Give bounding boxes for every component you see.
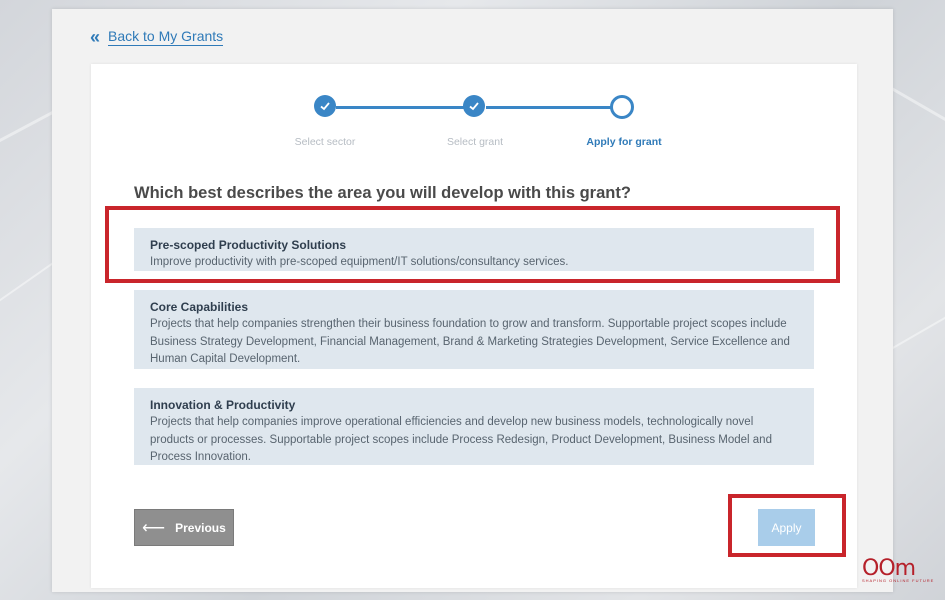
double-chevron-left-icon: «: [90, 27, 101, 47]
step-label-select-grant: Select grant: [446, 136, 504, 148]
step-2-check-icon: [463, 95, 485, 117]
option-description: Projects that help companies improve ope…: [150, 416, 772, 463]
option-description: Improve productivity with pre-scoped equ…: [150, 256, 569, 268]
option-description: Projects that help companies strengthen …: [150, 318, 790, 365]
step-1-check-icon: [314, 95, 336, 117]
previous-button-label: Previous: [175, 520, 226, 535]
progress-stepper: Select sector Select grant Apply for gra…: [91, 94, 857, 154]
previous-button[interactable]: ⟵ Previous: [134, 509, 234, 546]
oom-logo: OOm SHAPING ONLINE FUTURE: [862, 556, 942, 596]
step-connector: [486, 106, 618, 109]
step-3-current-icon: [610, 95, 634, 119]
apply-button-label: Apply: [771, 520, 802, 535]
option-title: Core Capabilities: [150, 300, 249, 314]
apply-button[interactable]: Apply: [758, 509, 815, 546]
back-link-label: Back to My Grants: [108, 28, 224, 46]
step-label-apply-for-grant: Apply for grant: [586, 136, 662, 148]
option-innovation-productivity[interactable]: Innovation & Productivity Projects that …: [134, 388, 814, 465]
back-to-grants-link[interactable]: « Back to My Grants: [90, 27, 224, 47]
option-title: Pre-scoped Productivity Solutions: [150, 238, 347, 252]
logo-tagline: SHAPING ONLINE FUTURE: [862, 578, 935, 583]
step-label-select-sector: Select sector: [294, 136, 356, 148]
option-title: Innovation & Productivity: [150, 398, 296, 412]
arrow-left-icon: ⟵: [142, 519, 166, 537]
page-container: « Back to My Grants Select sector Select…: [52, 9, 893, 592]
step-connector: [336, 106, 474, 109]
option-pre-scoped-productivity[interactable]: Pre-scoped Productivity Solutions Improv…: [134, 228, 814, 271]
option-core-capabilities[interactable]: Core Capabilities Projects that help com…: [134, 290, 814, 369]
application-card: Select sector Select grant Apply for gra…: [91, 64, 857, 588]
question-heading: Which best describes the area you will d…: [134, 184, 631, 202]
